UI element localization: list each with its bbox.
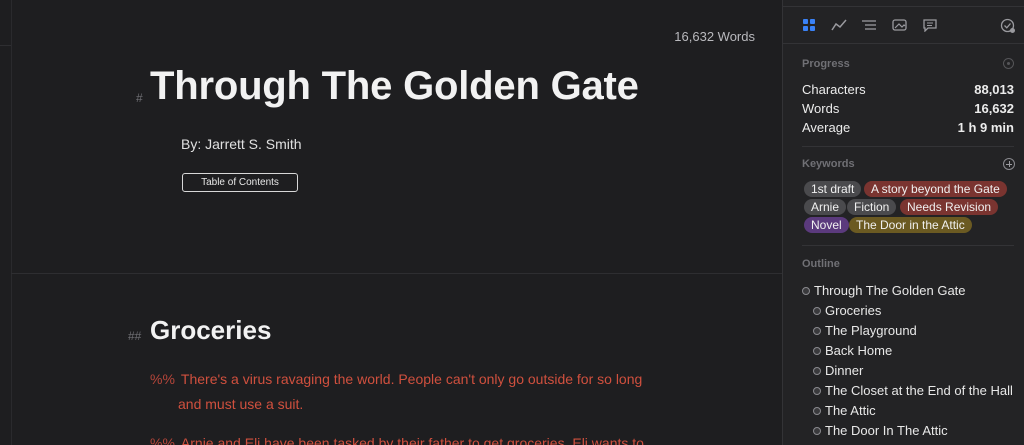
outline-item[interactable]: Back Home (813, 343, 892, 358)
outline-item[interactable]: Dinner (813, 363, 863, 378)
progress-label: Average (802, 120, 851, 135)
section-separator (802, 245, 1014, 246)
section-heading[interactable]: Groceries (150, 315, 271, 346)
progress-label: Words (802, 101, 840, 116)
outline-item-label: The Playground (825, 323, 917, 338)
keywords-section-title: Keywords (802, 158, 855, 170)
outline-bullet-icon (813, 407, 821, 415)
progress-row-average: Average 1 h 9 min (802, 120, 1014, 135)
section-separator (802, 146, 1014, 147)
outline-item[interactable]: The Attic (813, 403, 876, 418)
editor-top-rule (0, 45, 11, 46)
heading1-marker: # (136, 91, 143, 105)
keyword-tag[interactable]: A story beyond the Gate (864, 181, 1007, 197)
keyword-tag[interactable]: Arnie (804, 199, 847, 215)
outline-section-title: Outline (802, 258, 840, 270)
images-icon[interactable] (892, 18, 908, 34)
outline-item[interactable]: The Door In The Attic (813, 423, 948, 438)
outline-item-label: Groceries (825, 303, 882, 318)
outline-bullet-icon (813, 307, 821, 315)
outline-bullet-icon (813, 327, 821, 335)
editor-left-edge (11, 0, 12, 445)
keyword-tag[interactable]: Novel (804, 217, 849, 233)
comment-marker: %% (150, 435, 175, 445)
keyword-tag[interactable]: Fiction (847, 199, 897, 215)
chart-icon[interactable] (831, 18, 847, 34)
keyword-tag[interactable]: The Door in the Attic (849, 217, 972, 233)
section-divider (11, 273, 782, 274)
progress-row-words: Words 16,632 (802, 101, 1014, 116)
progress-row-characters: Characters 88,013 (802, 82, 1014, 97)
comment-text: Arnie and Eli have been tasked by their … (180, 435, 644, 445)
comment-text-continued: and must use a suit. (178, 396, 304, 412)
word-count-label[interactable]: 16,632 Words (674, 29, 755, 44)
outline-bullet-icon (813, 347, 821, 355)
outline-bullet-icon (813, 387, 821, 395)
document-title[interactable]: Through The Golden Gate (150, 64, 639, 109)
outline-item-label: Through The Golden Gate (814, 283, 966, 298)
table-of-contents-button[interactable]: Table of Contents (182, 173, 298, 192)
outline-item[interactable]: Groceries (813, 303, 881, 318)
grid-icon[interactable] (802, 18, 818, 34)
progress-section-title: Progress (802, 58, 850, 70)
comment-text: There's a virus ravaging the world. Peop… (180, 371, 643, 387)
keyword-tag[interactable]: Needs Revision (900, 199, 999, 215)
outline-bullet-icon (813, 367, 821, 375)
add-keyword-icon[interactable] (1003, 158, 1015, 170)
sidebar-tab-bar (783, 6, 1024, 44)
comment-note[interactable]: %% There's a virus ravaging the world. Pe… (150, 367, 660, 417)
byline-text[interactable]: By: Jarrett S. Smith (181, 136, 302, 152)
outline-item[interactable]: Through The Golden Gate (802, 283, 966, 298)
comment-marker: %% (150, 371, 175, 387)
outline-item[interactable]: The Playground (813, 323, 917, 338)
target-icon[interactable] (1003, 58, 1014, 69)
outline-item-label: The Door In The Attic (825, 423, 948, 438)
badge-check-icon[interactable] (1000, 18, 1016, 34)
outline-item-label: Dinner (825, 363, 864, 378)
editor-pane[interactable]: 16,632 Words # Through The Golden Gate B… (0, 0, 782, 445)
outline-bullet-icon (802, 287, 810, 295)
info-sidebar: Progress Characters 88,013 Words 16,632 … (782, 0, 1024, 445)
progress-label: Characters (802, 82, 866, 97)
progress-value: 88,013 (974, 82, 1014, 97)
outline-bullet-icon (813, 427, 821, 435)
keyword-tag[interactable]: 1st draft (804, 181, 862, 197)
outline-item-label: The Attic (825, 403, 876, 418)
comment-note[interactable]: %% Arnie and Eli have been tasked by thei… (150, 431, 660, 445)
list-icon[interactable] (861, 18, 877, 34)
progress-value: 1 h 9 min (957, 120, 1014, 135)
comment-icon[interactable] (922, 18, 938, 34)
outline-item-label: The Closet at the End of the Hall (825, 383, 1013, 398)
progress-value: 16,632 (974, 101, 1014, 116)
outline-item-label: Back Home (825, 343, 893, 358)
outline-item[interactable]: The Closet at the End of the Hall (813, 383, 1013, 398)
heading2-marker: ## (128, 329, 142, 343)
